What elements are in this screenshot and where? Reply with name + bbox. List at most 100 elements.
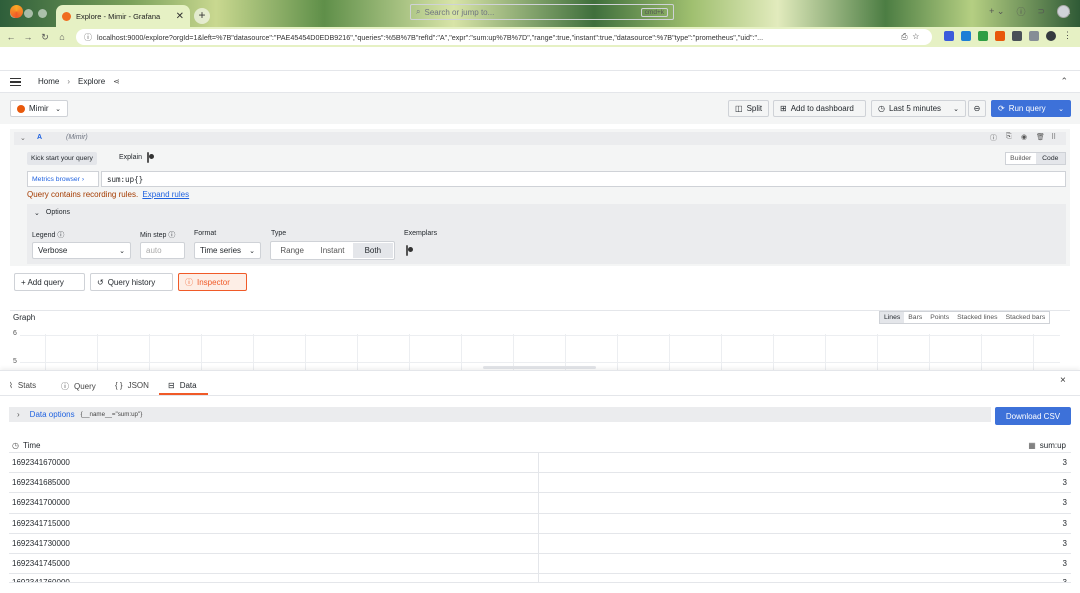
format-select[interactable]: Time series ⌄ bbox=[194, 242, 261, 259]
run-query-button[interactable]: ⟳ Run query ⌄ bbox=[991, 100, 1071, 117]
type-instant-option[interactable]: Instant bbox=[312, 243, 352, 258]
run-query-chevron-icon[interactable]: ⌄ bbox=[1058, 105, 1064, 113]
kick-start-button[interactable]: Kick start your query bbox=[27, 152, 97, 165]
stats-chart-icon: ⌇ bbox=[9, 381, 13, 390]
tab-data[interactable]: ⊟ Data bbox=[168, 381, 197, 390]
data-options-bar[interactable]: › Data options {__name__="sum:up"} bbox=[9, 407, 991, 422]
grafana-logo-icon[interactable] bbox=[10, 5, 23, 18]
datasource-picker[interactable]: Mimir ⌄ bbox=[10, 100, 68, 117]
tab-close-icon[interactable]: ✕ bbox=[176, 11, 184, 22]
type-range-option[interactable]: Range bbox=[272, 243, 312, 258]
help-icon[interactable]: ⓘ bbox=[1016, 5, 1025, 18]
news-rss-icon[interactable]: ⊃ bbox=[1037, 6, 1045, 17]
split-button[interactable]: ◫ Split bbox=[728, 100, 769, 117]
extensions-menu-icon[interactable] bbox=[1012, 30, 1022, 41]
tab-json[interactable]: { } JSON bbox=[115, 381, 149, 390]
inspector-button[interactable]: ⓘ Inspector bbox=[178, 273, 247, 291]
expand-rules-link[interactable]: Expand rules bbox=[142, 190, 189, 199]
bookmark-star-icon[interactable]: ⎙☆ bbox=[901, 32, 924, 42]
query-history-button[interactable]: ↺ Query history bbox=[90, 273, 173, 291]
share-icon[interactable]: ⋖ bbox=[113, 77, 120, 86]
search-input[interactable]: ⌕ Search or jump to... cmd+k bbox=[410, 4, 674, 20]
gridline bbox=[981, 334, 982, 370]
time-column-header[interactable]: Time bbox=[23, 441, 40, 450]
time-range-picker[interactable]: ◷ Last 5 minutes ⌄ bbox=[871, 100, 966, 117]
add-query-button[interactable]: + Add query bbox=[14, 273, 85, 291]
menu-hamburger-icon[interactable] bbox=[10, 77, 21, 86]
mode-points-button[interactable]: Points bbox=[926, 312, 953, 323]
mode-stacked-lines-button[interactable]: Stacked lines bbox=[953, 312, 1001, 323]
search-placeholder: Search or jump to... bbox=[424, 7, 495, 17]
drag-handle-icon[interactable]: ⠿ bbox=[1051, 133, 1056, 141]
format-value: Time series bbox=[200, 246, 242, 255]
window-minimize-dot[interactable] bbox=[24, 9, 33, 18]
collapse-query-chevron-icon[interactable]: ⌄ bbox=[20, 134, 26, 142]
min-step-input[interactable]: auto bbox=[140, 242, 185, 259]
mode-stacked-bars-button[interactable]: Stacked bars bbox=[1002, 312, 1050, 323]
mode-lines-button[interactable]: Lines bbox=[880, 312, 905, 323]
min-step-info-icon[interactable]: ⓘ bbox=[168, 232, 175, 239]
time-cell: 1692341730000 bbox=[9, 533, 539, 553]
exemplars-toggle[interactable] bbox=[406, 245, 408, 256]
top-bar-actions: + ⌄ ⓘ ⊃ bbox=[989, 5, 1070, 18]
profile-avatar-icon[interactable] bbox=[1046, 30, 1056, 41]
reload-icon[interactable]: ↻ bbox=[39, 32, 51, 43]
site-info-icon[interactable]: ⓘ bbox=[84, 32, 92, 43]
legend-info-icon[interactable]: ⓘ bbox=[57, 232, 64, 239]
query-expression-input[interactable]: sum:up{} bbox=[101, 171, 1066, 187]
user-avatar[interactable] bbox=[1057, 5, 1070, 18]
extension-v-icon[interactable] bbox=[944, 30, 954, 41]
gridline bbox=[565, 334, 566, 370]
legend-select[interactable]: Verbose ⌄ bbox=[32, 242, 131, 259]
extension-puzzle-icon[interactable] bbox=[978, 30, 988, 41]
breadcrumb-home[interactable]: Home bbox=[38, 77, 59, 86]
forward-arrow-icon[interactable]: → bbox=[22, 32, 34, 42]
sidepanel-icon[interactable] bbox=[1029, 30, 1039, 41]
gridline bbox=[513, 334, 514, 370]
back-arrow-icon[interactable]: ← bbox=[5, 32, 17, 42]
time-cell: 1692341670000 bbox=[9, 453, 539, 473]
breadcrumb-bar: Home › Explore ⋖ bbox=[0, 71, 1080, 93]
options-toggle[interactable]: ⌄ Options bbox=[34, 209, 70, 217]
add-to-dashboard-button[interactable]: ⊞ Add to dashboard bbox=[773, 100, 866, 117]
address-bar[interactable]: ⓘ localhost:9000/explore?orgId=1&left=%7… bbox=[76, 29, 932, 45]
drawer-resize-handle[interactable] bbox=[483, 366, 596, 369]
metrics-browser-button[interactable]: Metrics browser › bbox=[27, 171, 99, 187]
code-mode-button[interactable]: Code bbox=[1035, 153, 1065, 164]
mode-bars-button[interactable]: Bars bbox=[904, 312, 926, 323]
type-both-option[interactable]: Both bbox=[352, 243, 393, 258]
value-cell: 3 bbox=[1062, 559, 1067, 569]
browser-tab[interactable]: Explore - Mimir - Grafana ✕ bbox=[56, 5, 190, 27]
inspector-tabs: ⌇ Stats ⓘ Query { } JSON ⊟ Data bbox=[0, 376, 1080, 396]
close-drawer-icon[interactable]: × bbox=[1060, 375, 1066, 386]
browser-menu-icon[interactable]: ⋮ bbox=[1063, 30, 1072, 41]
extension-fox-icon[interactable] bbox=[995, 30, 1005, 41]
time-cell: 1692341685000 bbox=[9, 473, 539, 493]
value-column-header[interactable]: sum:up bbox=[1040, 441, 1071, 450]
builder-mode-button[interactable]: Builder bbox=[1006, 153, 1036, 164]
hide-query-eye-icon[interactable]: ◉ bbox=[1021, 133, 1027, 141]
gridline bbox=[669, 334, 670, 370]
window-zoom-dot[interactable] bbox=[38, 9, 47, 18]
new-tab-button[interactable]: + bbox=[194, 8, 210, 24]
query-ref-id[interactable]: A bbox=[37, 134, 42, 141]
gridline bbox=[97, 334, 98, 370]
tab-stats[interactable]: ⌇ Stats bbox=[9, 381, 36, 390]
new-menu-button[interactable]: + ⌄ bbox=[989, 6, 1004, 17]
download-csv-button[interactable]: Download CSV bbox=[995, 407, 1071, 425]
extension-s-icon[interactable] bbox=[961, 30, 971, 41]
explain-toggle[interactable] bbox=[147, 152, 149, 163]
home-icon[interactable]: ⌂ bbox=[56, 32, 68, 42]
value-cell: 3 bbox=[1062, 518, 1067, 528]
tab-query[interactable]: ⓘ Query bbox=[61, 381, 96, 392]
value-cell: 3 bbox=[1062, 498, 1067, 508]
type-radio-group: Range Instant Both bbox=[270, 241, 395, 260]
delete-query-trash-icon[interactable]: 🗑 bbox=[1036, 133, 1045, 141]
zoom-out-button[interactable]: ⊖ bbox=[968, 100, 986, 117]
duplicate-query-icon[interactable]: ⎘ bbox=[1006, 133, 1012, 141]
collapse-chevron-icon[interactable]: ⌃ bbox=[1060, 76, 1068, 87]
apps-icon: ⊞ bbox=[780, 104, 787, 113]
gridline bbox=[20, 362, 1060, 363]
time-range-label: Last 5 minutes bbox=[888, 104, 942, 113]
query-help-icon[interactable]: ⓘ bbox=[990, 133, 997, 143]
